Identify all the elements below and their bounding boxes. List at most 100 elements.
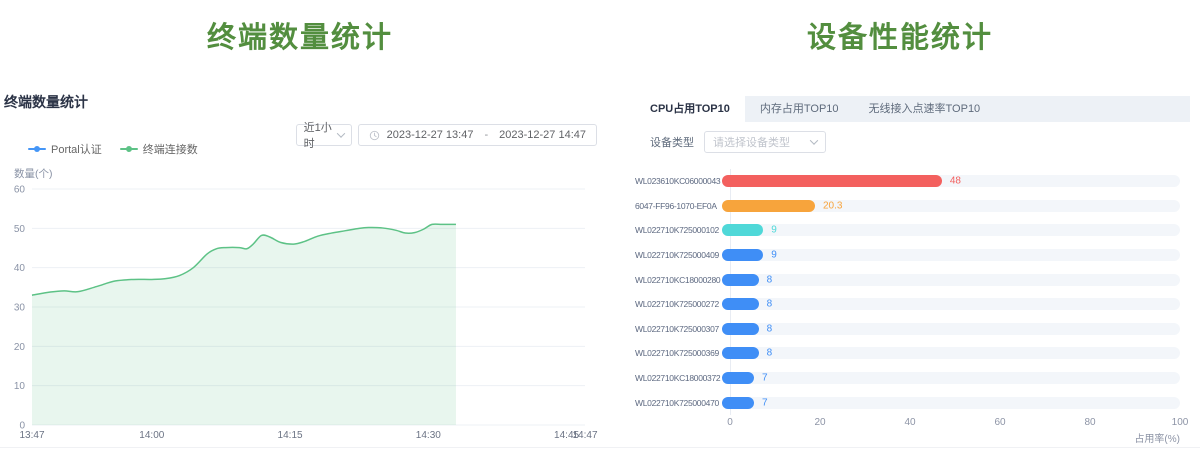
bar-value: 20.3 (823, 200, 842, 211)
card-title-terminal: 终端数量统计 (4, 92, 88, 112)
x-tick-label: 60 (985, 417, 1015, 428)
legend-marker-icon (28, 146, 46, 152)
x-tick-label: 14:00 (139, 430, 164, 441)
bar-label: WL022710KC18000280 (635, 275, 722, 285)
bar-row-2: WL022710K7250001029 (635, 218, 1180, 243)
legend-marker-icon (120, 146, 138, 152)
bar-label: WL022710KC18000372 (635, 373, 722, 383)
tab-2[interactable]: 无线接入点速率TOP10 (854, 96, 996, 122)
bar-label: WL022710K725000307 (635, 324, 722, 334)
y-tick-label: 30 (14, 303, 26, 314)
bar-row-6: WL022710K725000307 8 (635, 317, 1180, 342)
bar-fill (722, 274, 759, 286)
terminal-line-chart: 010203040506013:4714:0014:1514:3014:4514… (0, 180, 600, 450)
device-perf-panel: 设备性能统计 CPU占用TOP10内存占用TOP10无线接入点速率TOP10 设… (600, 0, 1200, 456)
y-tick-label: 40 (14, 263, 26, 274)
bar-row-1: 6047-FF96-1070-EF0A 20.3 (635, 194, 1180, 219)
bar-label: WL022710K725000409 (635, 250, 722, 260)
bar-track: 20.3 (722, 200, 1180, 212)
date-separator: - (480, 129, 492, 141)
device-type-select[interactable]: 请选择设备类型 (704, 131, 826, 153)
bar-value: 9 (771, 250, 777, 261)
bar-fill (722, 298, 759, 310)
bar-label: 6047-FF96-1070-EF0A (635, 201, 722, 211)
series-area (32, 224, 456, 425)
bar-track: 8 (722, 274, 1180, 286)
page-title-terminal: 终端数量统计 (0, 14, 600, 56)
bar-label: WL022710K725000102 (635, 225, 722, 235)
bar-chart: WL023610KC06000043 48 6047-FF96-1070-EF0A 2… (635, 169, 1180, 415)
device-type-filter: 设备类型 请选择设备类型 (650, 131, 826, 153)
terminal-stats-panel: 终端数量统计 终端数量统计 近1小时 2023-12-27 13:47 - 20… (0, 0, 600, 456)
bar-fill (722, 323, 759, 335)
bar-value: 8 (767, 274, 773, 285)
bar-track: 8 (722, 298, 1180, 310)
bar-x-ticks: 020406080100 (635, 417, 1180, 429)
page-title-device: 设备性能统计 (600, 14, 1200, 56)
bar-row-9: WL022710K725000470 7 (635, 390, 1180, 415)
chart-controls: 近1小时 2023-12-27 13:47 - 2023-12-27 14:47 (296, 124, 597, 146)
bar-value: 8 (767, 348, 773, 359)
legend-label: 终端连接数 (143, 141, 198, 157)
bar-row-8: WL022710KC18000372 7 (635, 366, 1180, 391)
device-type-label: 设备类型 (650, 134, 694, 150)
bar-label: WL022710K725000272 (635, 299, 722, 309)
bar-row-7: WL022710K725000369 8 (635, 341, 1180, 366)
legend-label: Portal认证 (51, 141, 102, 157)
tab-1[interactable]: 内存占用TOP10 (745, 96, 854, 122)
bar-value: 8 (767, 299, 773, 310)
bar-track: 7 (722, 372, 1180, 384)
x-tick-label: 13:47 (19, 430, 44, 441)
bar-label: WL023610KC06000043 (635, 176, 722, 186)
chevron-down-icon (810, 136, 818, 144)
clock-icon (369, 130, 380, 141)
x-tick-label: 14:15 (278, 430, 303, 441)
bar-value: 7 (762, 373, 768, 384)
bar-row-0: WL023610KC06000043 48 (635, 169, 1180, 194)
bar-track: 7 (722, 397, 1180, 409)
dashboard: 终端数量统计 终端数量统计 近1小时 2023-12-27 13:47 - 20… (0, 0, 1200, 456)
legend-item-1[interactable]: 终端连接数 (120, 141, 198, 157)
date-start: 2023-12-27 13:47 (387, 129, 474, 141)
bar-label: WL022710K725000470 (635, 398, 722, 408)
bar-fill (722, 397, 754, 409)
legend-item-0[interactable]: Portal认证 (28, 141, 102, 157)
y-tick-label: 50 (14, 224, 26, 235)
bar-fill (722, 249, 763, 261)
bar-value: 48 (950, 176, 961, 187)
bar-row-3: WL022710K725000409 9 (635, 243, 1180, 268)
x-tick-label: 100 (1165, 417, 1195, 428)
bar-track: 48 (722, 175, 1180, 187)
chevron-down-icon (336, 129, 344, 137)
bar-track: 8 (722, 347, 1180, 359)
device-type-placeholder: 请选择设备类型 (713, 134, 790, 150)
legend: Portal认证 终端连接数 (28, 141, 198, 157)
x-tick-label: 20 (805, 417, 835, 428)
bottom-divider (0, 447, 1200, 448)
y-tick-label: 60 (14, 185, 26, 196)
time-range-select[interactable]: 近1小时 (296, 124, 352, 146)
bar-row-5: WL022710K725000272 8 (635, 292, 1180, 317)
bar-label: WL022710K725000369 (635, 348, 722, 358)
bar-fill (722, 224, 763, 236)
bar-track: 8 (722, 323, 1180, 335)
bar-fill (722, 200, 815, 212)
bar-fill (722, 347, 759, 359)
bar-fill (722, 175, 942, 187)
x-axis-title: 占用率(%) (635, 430, 1180, 445)
bar-track: 9 (722, 249, 1180, 261)
tab-0[interactable]: CPU占用TOP10 (635, 96, 745, 122)
x-tick-label: 80 (1075, 417, 1105, 428)
x-tick-label: 14:30 (416, 430, 441, 441)
bar-fill (722, 372, 754, 384)
bar-value: 7 (762, 397, 768, 408)
x-tick-label: 0 (715, 417, 745, 428)
y-tick-label: 10 (14, 381, 26, 392)
date-range-picker[interactable]: 2023-12-27 13:47 - 2023-12-27 14:47 (358, 124, 597, 146)
x-tick-label: 40 (895, 417, 925, 428)
y-axis-name: 数量(个) (14, 166, 53, 181)
bar-track: 9 (722, 224, 1180, 236)
date-end: 2023-12-27 14:47 (499, 129, 586, 141)
bar-row-4: WL022710KC18000280 8 (635, 267, 1180, 292)
bar-value: 8 (767, 323, 773, 334)
